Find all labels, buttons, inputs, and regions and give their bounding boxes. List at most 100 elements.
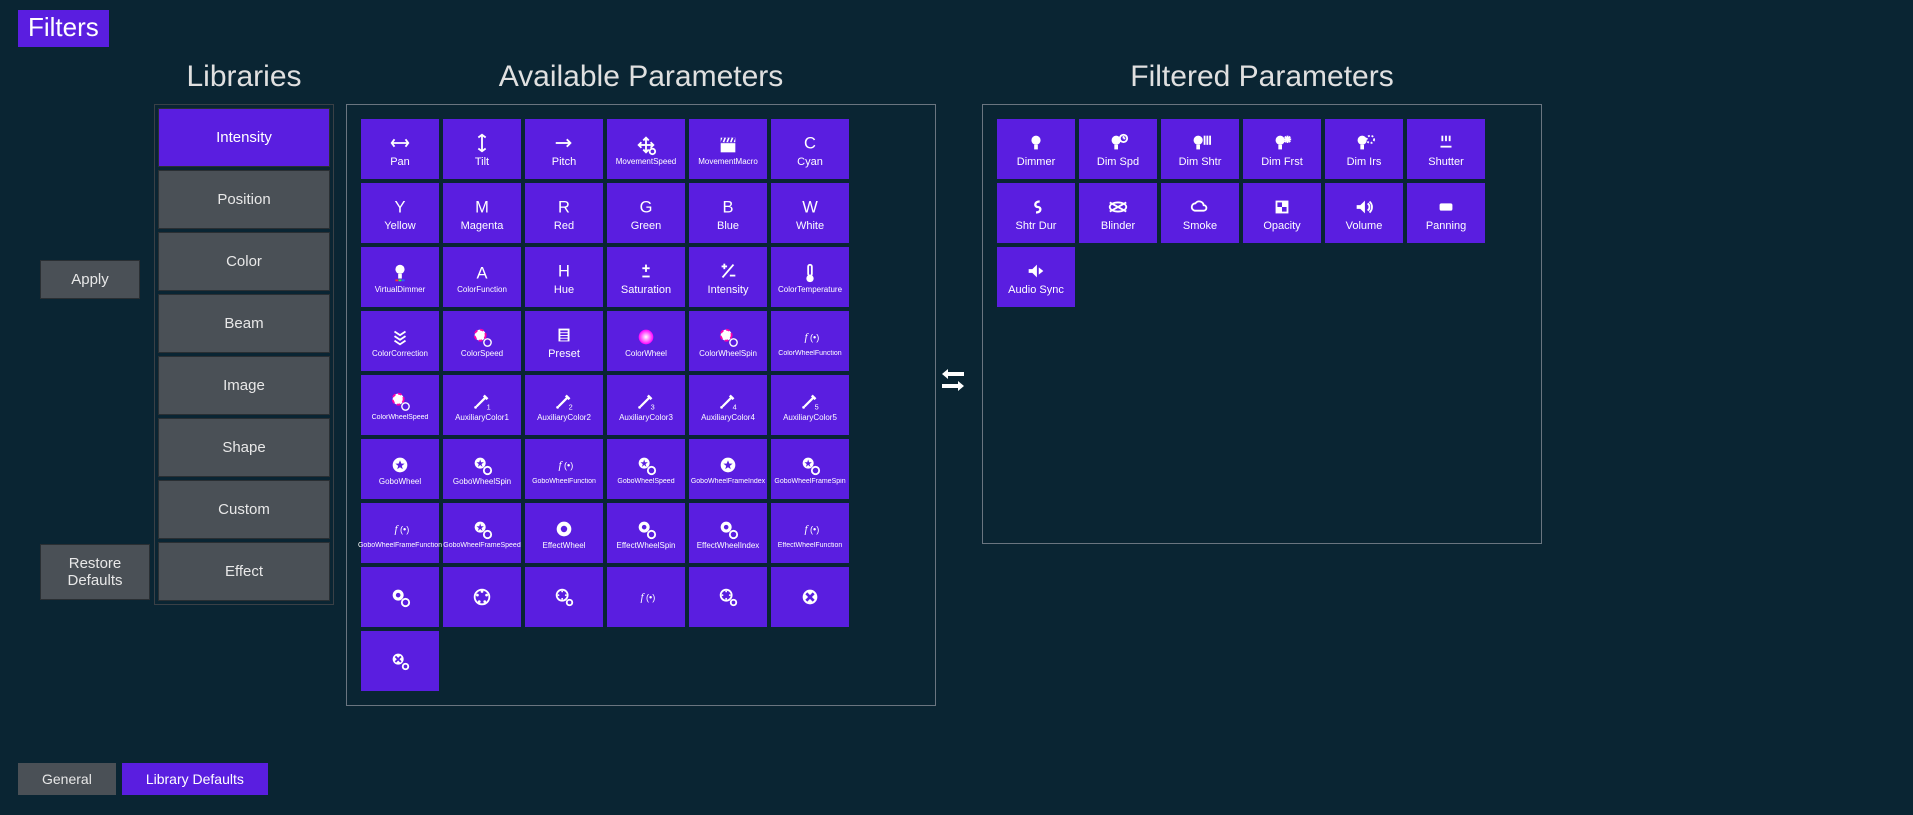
available-tile-gobowheelspeed[interactable]: GoboWheelSpeed — [607, 439, 685, 499]
filtered-tile-smoke[interactable]: Smoke — [1161, 183, 1239, 243]
available-tile-gobowheelspin[interactable]: GoboWheelSpin — [443, 439, 521, 499]
library-item-position[interactable]: Position — [158, 170, 330, 229]
svg-text:f: f — [641, 592, 646, 604]
tile-label: Blinder — [1099, 220, 1137, 232]
filtered-tile-volume[interactable]: Volume — [1325, 183, 1403, 243]
filtered-tile-blinder[interactable]: Blinder — [1079, 183, 1157, 243]
restore-defaults-button[interactable]: Restore Defaults — [40, 544, 150, 600]
available-tile-virtualdimmer[interactable]: VirtualDimmer — [361, 247, 439, 307]
svg-text:f: f — [805, 524, 810, 536]
available-tile-auxiliarycolor4[interactable]: 4AuxiliaryColor4 — [689, 375, 767, 435]
available-tile-auxiliarycolor1[interactable]: 1AuxiliaryColor1 — [443, 375, 521, 435]
available-tile-gobowheel[interactable]: GoboWheel — [361, 439, 439, 499]
library-item-intensity[interactable]: Intensity — [158, 108, 330, 167]
available-tile-auxiliarycolor2[interactable]: 2AuxiliaryColor2 — [525, 375, 603, 435]
H-icon: H — [552, 258, 576, 284]
filtered-tile-opacity[interactable]: Opacity — [1243, 183, 1321, 243]
available-tile-pitch[interactable]: Pitch — [525, 119, 603, 179]
tile-label: Pitch — [550, 156, 578, 168]
available-tile-gobowheelfunction[interactable]: f(•)GoboWheelFunction — [525, 439, 603, 499]
filtered-tile-dimmer[interactable]: Dimmer — [997, 119, 1075, 179]
svg-text:f: f — [395, 524, 400, 536]
swap-arrows[interactable] — [936, 60, 970, 520]
library-item-beam[interactable]: Beam — [158, 294, 330, 353]
available-tile-tilt[interactable]: Tilt — [443, 119, 521, 179]
available-tile-gobowheelframespeed[interactable]: GoboWheelFrameSpeed — [443, 503, 521, 563]
available-tile-colortemperature[interactable]: ColorTemperature — [771, 247, 849, 307]
available-tile-colorspeed[interactable]: ColorSpeed — [443, 311, 521, 371]
available-tile-movementmacro[interactable]: MovementMacro — [689, 119, 767, 179]
available-tile-saturation[interactable]: Saturation — [607, 247, 685, 307]
available-tile-idx43[interactable] — [443, 567, 521, 627]
library-item-image[interactable]: Image — [158, 356, 330, 415]
tile-label: AuxiliaryColor4 — [699, 414, 757, 423]
filtered-tile-dim-shtr[interactable]: Dim Shtr — [1161, 119, 1239, 179]
tile-label: Intensity — [706, 284, 751, 296]
filtered-tile-dim-irs[interactable]: Dim Irs — [1325, 119, 1403, 179]
available-tile-blue[interactable]: BBlue — [689, 183, 767, 243]
available-tile-effectwheelspin[interactable]: EffectWheelSpin — [607, 503, 685, 563]
tile-label: ColorTemperature — [776, 286, 844, 295]
tile-label: GoboWheel — [377, 478, 423, 487]
available-tile-idx42[interactable] — [361, 567, 439, 627]
wheel-icon — [634, 324, 658, 350]
available-tile-pan[interactable]: Pan — [361, 119, 439, 179]
available-tile-effectwheelindex[interactable]: EffectWheelIndex — [689, 503, 767, 563]
dropper-4-icon: 4 — [716, 388, 740, 414]
available-tile-colorwheelfunction[interactable]: f(•)ColorWheelFunction — [771, 311, 849, 371]
available-tile-idx48[interactable] — [361, 631, 439, 691]
available-tile-colorwheel[interactable]: ColorWheel — [607, 311, 685, 371]
filtered-tile-dim-frst[interactable]: Dim Frst — [1243, 119, 1321, 179]
available-tile-idx47[interactable] — [771, 567, 849, 627]
available-tile-red[interactable]: RRed — [525, 183, 603, 243]
library-item-custom[interactable]: Custom — [158, 480, 330, 539]
library-item-effect[interactable]: Effect — [158, 542, 330, 601]
available-tile-effectwheel[interactable]: EffectWheel — [525, 503, 603, 563]
apply-button[interactable]: Apply — [40, 260, 140, 299]
tile-label: Pan — [388, 156, 412, 168]
available-tile-auxiliarycolor3[interactable]: 3AuxiliaryColor3 — [607, 375, 685, 435]
available-tile-magenta[interactable]: MMagenta — [443, 183, 521, 243]
tile-label: Audio Sync — [1006, 284, 1066, 296]
tab-library-defaults[interactable]: Library Defaults — [122, 763, 268, 795]
available-tile-hue[interactable]: HHue — [525, 247, 603, 307]
filtered-tile-dim-spd[interactable]: Dim Spd — [1079, 119, 1157, 179]
W-icon: W — [798, 194, 822, 220]
filtered-tile-audio-sync[interactable]: Audio Sync — [997, 247, 1075, 307]
available-tile-idx45[interactable]: f(•) — [607, 567, 685, 627]
tile-label: Yellow — [382, 220, 417, 232]
available-tile-white[interactable]: WWhite — [771, 183, 849, 243]
available-tile-effectwheelfunction[interactable]: f(•)EffectWheelFunction — [771, 503, 849, 563]
reel-icon — [470, 584, 494, 610]
available-tile-gobowheelframeindex[interactable]: GoboWheelFrameIndex — [689, 439, 767, 499]
library-item-shape[interactable]: Shape — [158, 418, 330, 477]
available-tile-auxiliarycolor5[interactable]: 5AuxiliaryColor5 — [771, 375, 849, 435]
library-item-color[interactable]: Color — [158, 232, 330, 291]
clapper-icon — [716, 132, 740, 158]
available-tile-gobowheelframefunction[interactable]: f(•)GoboWheelFrameFunction — [361, 503, 439, 563]
list-icon — [552, 322, 576, 348]
available-tile-green[interactable]: GGreen — [607, 183, 685, 243]
available-tile-yellow[interactable]: YYellow — [361, 183, 439, 243]
available-tile-idx44[interactable] — [525, 567, 603, 627]
available-tile-movementspeed[interactable]: MovementSpeed — [607, 119, 685, 179]
filtered-tile-shutter[interactable]: Shutter — [1407, 119, 1485, 179]
wheel-speed-icon — [470, 324, 494, 350]
available-tile-colorwheelspin[interactable]: ColorWheelSpin — [689, 311, 767, 371]
available-tile-intensity[interactable]: Intensity — [689, 247, 767, 307]
available-tile-cyan[interactable]: CCyan — [771, 119, 849, 179]
filtered-tile-shtr-dur[interactable]: Shtr Dur — [997, 183, 1075, 243]
available-tile-idx46[interactable] — [689, 567, 767, 627]
page-title: Filters — [18, 10, 109, 47]
dropper-1-icon: 1 — [470, 388, 494, 414]
available-tile-preset[interactable]: Preset — [525, 311, 603, 371]
ring-spin-icon — [634, 516, 658, 542]
available-tile-colorfunction[interactable]: AColorFunction — [443, 247, 521, 307]
filtered-tile-panning[interactable]: L RPanning — [1407, 183, 1485, 243]
available-tile-colorcorrection[interactable]: ColorCorrection — [361, 311, 439, 371]
available-tile-colorwheelspeed[interactable]: ColorWheelSpeed — [361, 375, 439, 435]
svg-text:B: B — [722, 198, 733, 216]
available-tile-gobowheelframespin[interactable]: GoboWheelFrameSpin — [771, 439, 849, 499]
libraries-heading: Libraries — [154, 60, 334, 94]
tab-general[interactable]: General — [18, 763, 116, 795]
